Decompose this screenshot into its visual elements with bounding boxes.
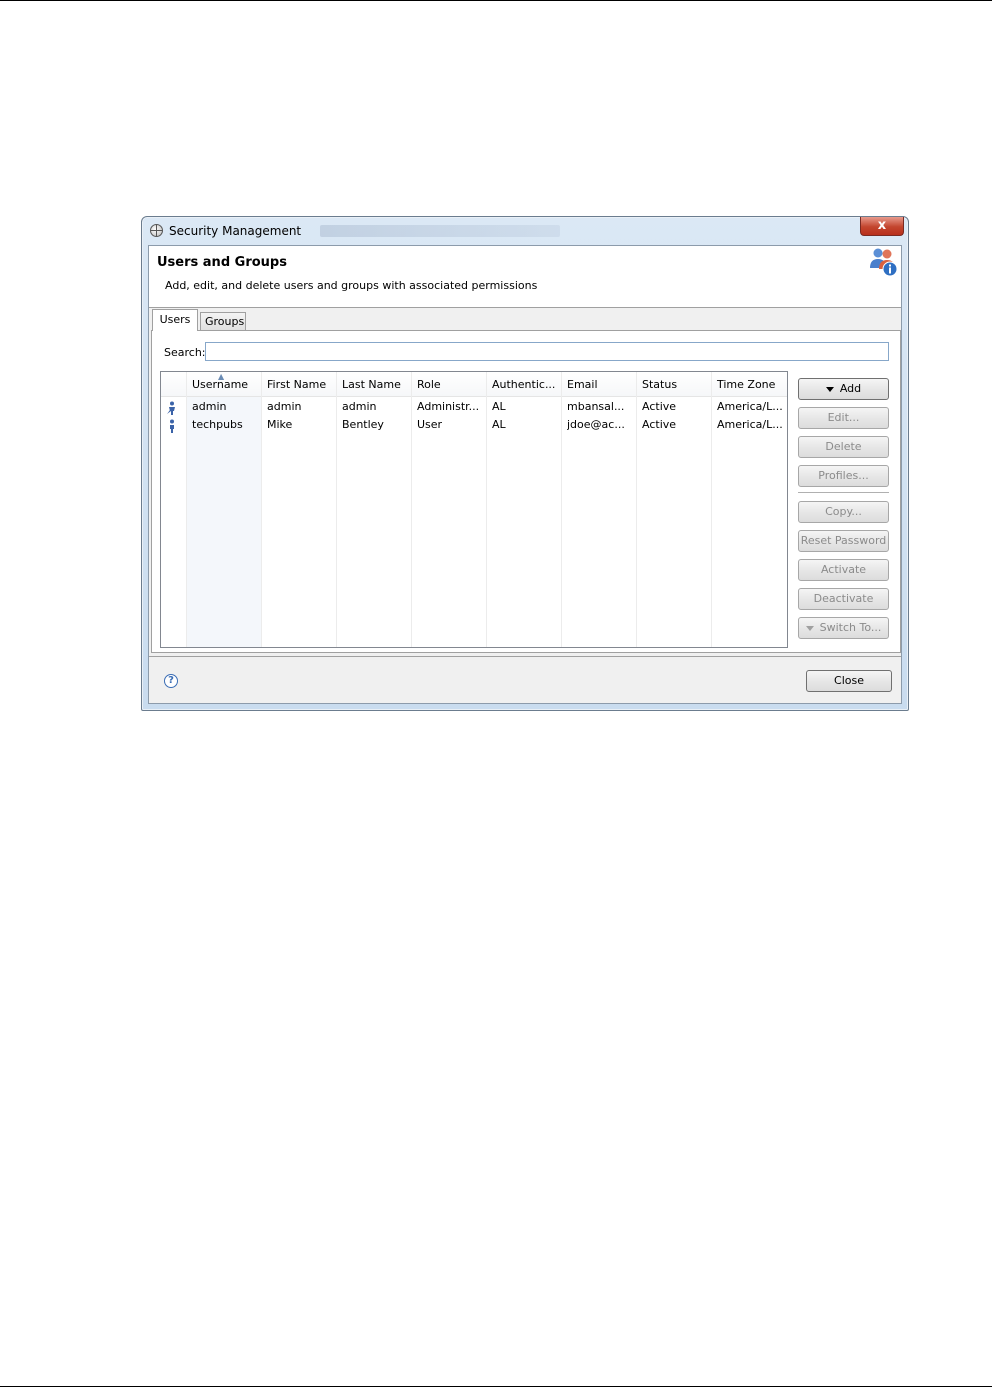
column-header-last-name[interactable]: Last Name	[342, 378, 401, 391]
column-header-email[interactable]: Email	[567, 378, 598, 391]
cell-last-name: Bentley	[342, 418, 384, 431]
users-table: ▲ Username First Name Last Name Role Aut…	[160, 371, 788, 648]
column-header-authentication[interactable]: Authentic...	[492, 378, 555, 391]
dialog-description: Add, edit, and delete users and groups w…	[165, 279, 538, 292]
column-header-username[interactable]: Username	[192, 378, 248, 391]
window-title: Security Management	[169, 224, 302, 238]
title-bar[interactable]: Security Management x	[142, 217, 908, 245]
cell-authentication: AL	[492, 418, 506, 431]
dropdown-arrow-icon	[805, 625, 814, 631]
column-divider	[486, 372, 487, 647]
search-label: Search:	[164, 346, 206, 359]
close-button[interactable]: Close	[806, 670, 892, 692]
column-divider	[336, 372, 337, 647]
column-header-status[interactable]: Status	[642, 378, 677, 391]
page-rule-top	[0, 0, 992, 1]
reset-password-button[interactable]: Reset Password	[798, 530, 889, 552]
cell-email: mbansal...	[567, 400, 625, 413]
security-management-window: Security Management x Users and Groups A…	[141, 216, 909, 711]
window-close-button[interactable]: x	[860, 217, 904, 236]
help-icon[interactable]: ?	[164, 674, 178, 688]
edit-button[interactable]: Edit...	[798, 407, 889, 429]
admin-user-icon	[167, 401, 175, 415]
globe-icon	[150, 224, 163, 237]
dialog-header: Users and Groups Add, edit, and delete u…	[149, 246, 901, 308]
cell-username: admin	[192, 400, 227, 413]
deactivate-button[interactable]: Deactivate	[798, 588, 889, 610]
column-header-role[interactable]: Role	[417, 378, 441, 391]
column-divider	[261, 372, 262, 647]
dialog-title: Users and Groups	[157, 255, 287, 270]
users-info-icon	[870, 248, 898, 277]
cell-status: Active	[642, 418, 677, 431]
cell-role: Administr...	[417, 400, 480, 413]
column-divider	[561, 372, 562, 647]
dialog-client-area: Users and Groups Add, edit, and delete u…	[148, 245, 902, 704]
sorted-column-highlight	[186, 372, 261, 647]
activate-button[interactable]: Activate	[798, 559, 889, 581]
cell-first-name: Mike	[267, 418, 293, 431]
cell-email: jdoe@ac...	[567, 418, 625, 431]
cell-first-name: admin	[267, 400, 302, 413]
table-header-row: ▲ Username First Name Last Name Role Aut…	[161, 372, 787, 397]
delete-button[interactable]: Delete	[798, 436, 889, 458]
column-divider	[636, 372, 637, 647]
switch-to-button[interactable]: Switch To...	[798, 617, 889, 639]
user-icon	[170, 419, 174, 433]
copy-button[interactable]: Copy...	[798, 501, 889, 523]
tab-users[interactable]: Users	[152, 309, 198, 331]
cell-time-zone: America/L...	[717, 418, 783, 431]
cell-time-zone: America/L...	[717, 400, 783, 413]
button-group-divider	[798, 492, 889, 493]
cell-username: techpubs	[192, 418, 243, 431]
column-divider	[411, 372, 412, 647]
column-header-time-zone[interactable]: Time Zone	[717, 378, 775, 391]
cell-status: Active	[642, 400, 677, 413]
column-header-first-name[interactable]: First Name	[267, 378, 326, 391]
page-rule-bottom	[0, 1386, 992, 1387]
users-tab-panel: Search: ▲ Username First Name Last Name …	[151, 330, 901, 653]
footer-divider	[149, 656, 901, 657]
column-divider	[186, 372, 187, 647]
dropdown-arrow-icon	[825, 386, 834, 392]
cell-last-name: admin	[342, 400, 377, 413]
profiles-button[interactable]: Profiles...	[798, 465, 889, 487]
search-input[interactable]	[205, 342, 889, 361]
add-button[interactable]: Add	[798, 378, 889, 400]
add-button-label: Add	[839, 382, 862, 395]
cell-role: User	[417, 418, 443, 431]
cell-authentication: AL	[492, 400, 506, 413]
switch-to-button-label: Switch To...	[819, 621, 882, 634]
background-window-ghost	[320, 225, 560, 237]
tab-groups[interactable]: Groups	[200, 312, 246, 332]
column-divider	[711, 372, 712, 647]
